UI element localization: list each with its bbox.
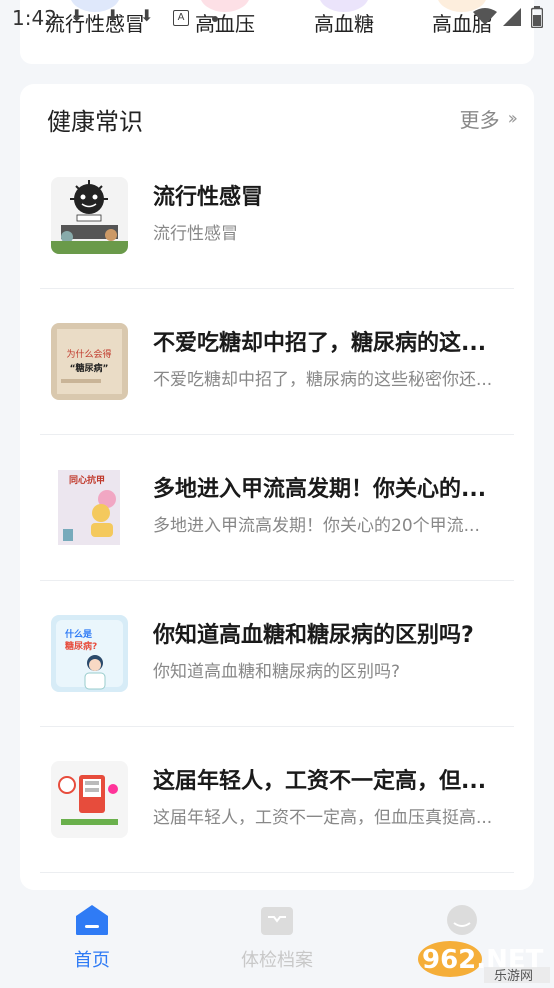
- article-title: 不爱吃糖却中招了，糖尿病的这...: [153, 331, 487, 356]
- wifi-icon: [473, 8, 497, 25]
- more-label: 更多: [459, 108, 500, 132]
- article-subtitle: 这届年轻人，工资不一定高，但血压真挺高...: [153, 808, 493, 828]
- status-bar: 1:42 ⬇ ⬇ ⬇ A: [0, 0, 554, 36]
- article-item[interactable]: 这届年轻人，工资不一定高，但... 这届年轻人，工资不一定高，但血压真挺高...: [40, 727, 514, 873]
- health-knowledge-card: 健康常识 更多 ›› 流行性感冒 流行性感冒 为什么会得 “糖尿病” 不爱吃糖却…: [20, 84, 534, 890]
- svg-text:乐游网: 乐游网: [494, 969, 533, 984]
- article-item[interactable]: 什么是 糖尿病? 你知道高血糖和糖尿病的区别吗? 你知道高血糖和糖尿病的区别吗?: [40, 581, 514, 727]
- diabetes-doctor-poster-icon: 什么是 糖尿病?: [51, 615, 128, 692]
- tab-health-records[interactable]: 体检档案: [207, 904, 347, 972]
- article-item[interactable]: 同心抗甲 多地进入甲流高发期！你关心的... 多地进入甲流高发期！你关心的20个…: [40, 435, 514, 581]
- blood-pressure-illustration-icon: [51, 761, 128, 838]
- svg-text:为什么会得: 为什么会得: [66, 348, 111, 360]
- article-title: 多地进入甲流高发期！你关心的...: [153, 477, 487, 502]
- article-subtitle: 你知道高血糖和糖尿病的区别吗?: [153, 662, 401, 682]
- flu-poster-icon: 同心抗甲: [51, 469, 128, 546]
- tab-health-records-label: 体检档案: [241, 950, 313, 971]
- download-icon: ⬇: [70, 6, 84, 25]
- notification-dot-icon: [212, 16, 218, 22]
- signal-icon: [503, 8, 521, 26]
- section-title: 健康常识: [47, 108, 143, 136]
- article-title: 你知道高血糖和糖尿病的区别吗?: [153, 623, 474, 648]
- article-item[interactable]: 为什么会得 “糖尿病” 不爱吃糖却中招了，糖尿病的这... 不爱吃糖却中招了，糖…: [40, 289, 514, 435]
- article-subtitle: 流行性感冒: [153, 224, 238, 244]
- article-item[interactable]: 流行性感冒 流行性感冒: [40, 143, 514, 289]
- watermark-logo: 962.NET 乐游网: [414, 935, 554, 984]
- double-chevron-right-icon: ››: [507, 108, 519, 129]
- archive-box-icon: [261, 907, 293, 935]
- diabetes-poster-icon: 为什么会得 “糖尿病”: [51, 323, 128, 400]
- tab-home-label: 首页: [74, 950, 110, 971]
- download-icon: ⬇: [140, 6, 154, 25]
- svg-text:什么是: 什么是: [65, 628, 93, 640]
- profile-face-icon: [447, 905, 477, 935]
- more-link[interactable]: 更多 ››: [459, 104, 519, 133]
- tab-home[interactable]: 首页: [22, 904, 162, 972]
- status-time: 1:42: [12, 6, 57, 30]
- svg-text:“糖尿病”: “糖尿病”: [70, 362, 109, 374]
- article-subtitle: 不爱吃糖却中招了，糖尿病的这些秘密你还...: [153, 370, 493, 390]
- battery-icon: [531, 6, 543, 28]
- svg-text:同心抗甲: 同心抗甲: [69, 474, 105, 486]
- article-title: 流行性感冒: [153, 185, 264, 210]
- svg-text:糖尿病?: 糖尿病?: [65, 640, 97, 652]
- article-subtitle: 多地进入甲流高发期！你关心的20个甲流...: [153, 516, 480, 536]
- article-title: 这届年轻人，工资不一定高，但...: [153, 769, 487, 794]
- divider: [40, 872, 514, 873]
- download-icon: ⬇: [106, 6, 120, 25]
- app-notification-icon: A: [173, 10, 189, 26]
- home-icon: [76, 905, 108, 935]
- flu-virus-illustration-icon: [51, 177, 128, 254]
